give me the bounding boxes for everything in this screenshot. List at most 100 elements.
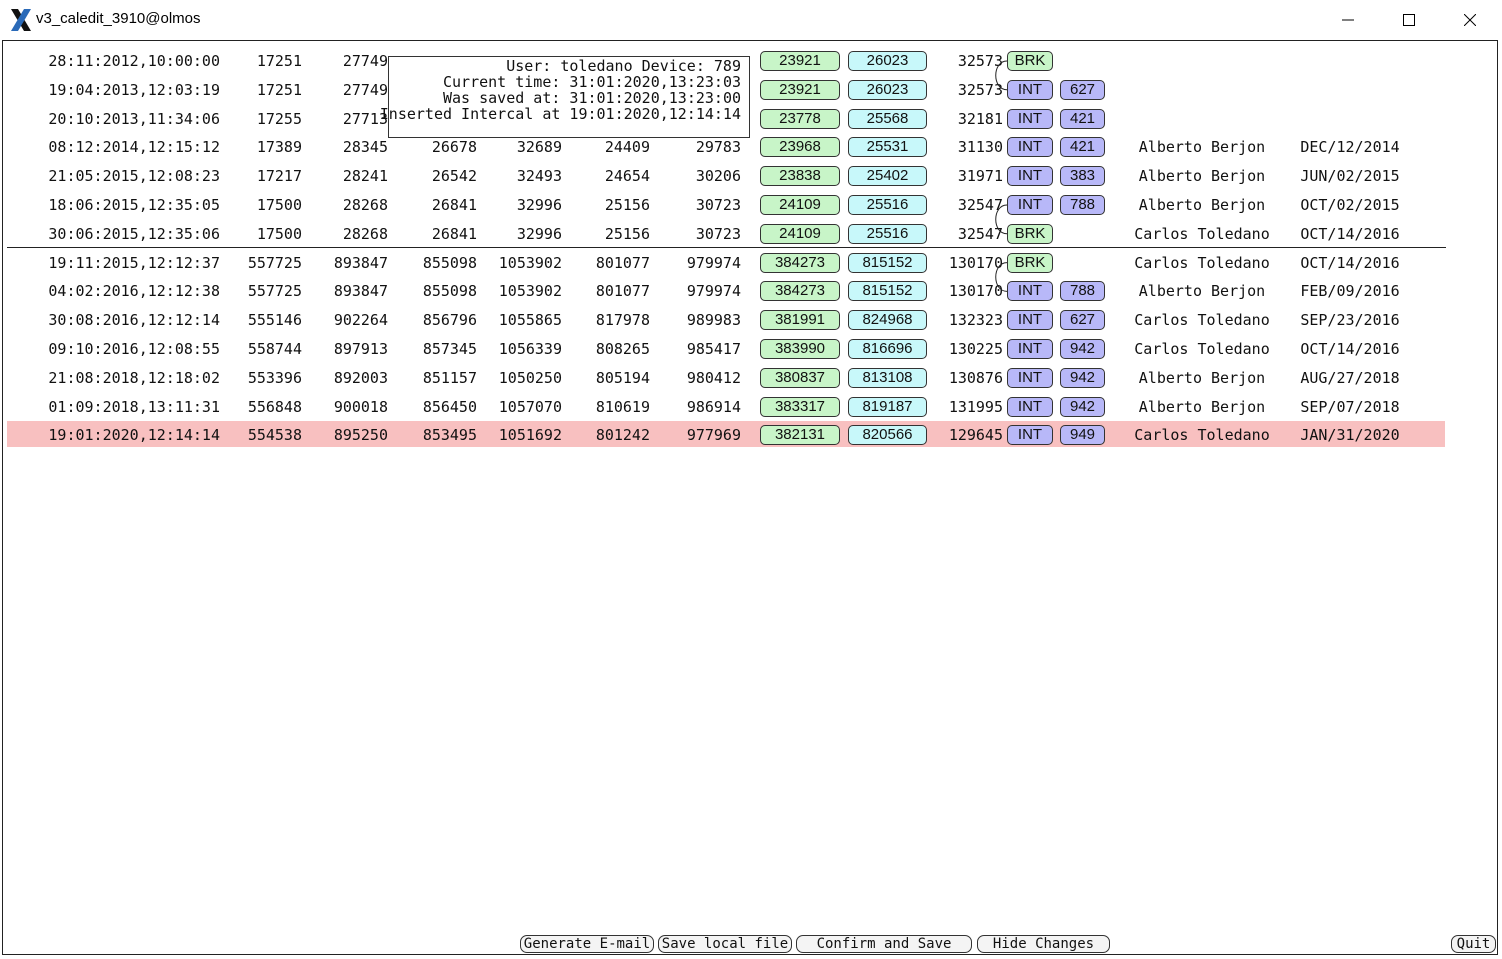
cyan-value-button[interactable]: 815152 [848, 252, 927, 273]
row-edit-date: FEB/09/2016 [1300, 282, 1400, 301]
cyan-value-button[interactable]: 815152 [848, 281, 927, 302]
green-value-button[interactable]: 382131 [760, 425, 840, 446]
device-number-button[interactable]: 942 [1060, 396, 1105, 417]
device-number-button[interactable]: 421 [1060, 137, 1105, 158]
maximize-button[interactable] [1379, 0, 1439, 40]
row-value-5: 801077 [595, 282, 650, 301]
intercal-tag-button[interactable]: INT [1007, 79, 1053, 100]
break-tag-button[interactable]: BRK [1007, 51, 1053, 71]
intercal-tag-button[interactable]: INT [1007, 108, 1053, 129]
row-user-name: Carlos Toledano [1134, 426, 1270, 445]
row-user-name: Carlos Toledano [1134, 224, 1270, 243]
device-number-button[interactable]: 627 [1060, 79, 1105, 100]
section-divider [7, 247, 1446, 248]
row-value-n: 31971 [957, 167, 1003, 186]
cyan-value-button[interactable]: 819187 [848, 396, 927, 417]
row-value-n: 31130 [957, 138, 1003, 157]
row-value-1: 556848 [247, 397, 302, 416]
row-edit-date: JUN/02/2015 [1300, 167, 1400, 186]
cyan-value-button[interactable]: 25402 [848, 166, 927, 187]
break-tag-button[interactable]: BRK [1007, 223, 1053, 244]
device-number-button[interactable]: 942 [1060, 339, 1105, 359]
row-value-4: 1053902 [498, 282, 562, 301]
close-button[interactable] [1440, 0, 1500, 40]
row-value-4: 1056339 [498, 340, 562, 358]
cyan-value-button[interactable]: 25531 [848, 137, 927, 158]
row-value-3: 851157 [422, 368, 477, 387]
hide-changes-button[interactable]: Hide Changes [977, 935, 1110, 953]
cyan-value-button[interactable]: 25516 [848, 223, 927, 244]
cyan-value-button[interactable]: 816696 [848, 339, 927, 359]
row-user-name: Alberto Berjon [1138, 138, 1266, 157]
green-value-button[interactable]: 24109 [760, 223, 840, 244]
intercal-tag-button[interactable]: INT [1007, 396, 1053, 417]
intercal-tag-button[interactable]: INT [1007, 166, 1053, 187]
intercal-tag-button[interactable]: INT [1007, 137, 1053, 158]
row-value-1: 17217 [256, 167, 302, 186]
device-number-button[interactable]: 788 [1060, 281, 1105, 302]
row-date: 19:04:2013,12:03:19 [48, 80, 220, 99]
row-value-6: 986914 [686, 397, 741, 416]
quit-button[interactable]: Quit [1451, 935, 1496, 953]
row-user-name: Alberto Berjon [1138, 167, 1266, 186]
intercal-tag-button[interactable]: INT [1007, 195, 1053, 215]
green-value-button[interactable]: 384273 [760, 281, 840, 302]
cyan-value-button[interactable]: 820566 [848, 425, 927, 446]
device-number-button[interactable]: 627 [1060, 310, 1105, 331]
cyan-value-button[interactable]: 813108 [848, 367, 927, 388]
green-value-button[interactable]: 381991 [760, 310, 840, 331]
row-user-name: Alberto Berjon [1138, 397, 1266, 416]
intercal-tag-button[interactable]: INT [1007, 367, 1053, 388]
device-number-button[interactable]: 383 [1060, 166, 1105, 187]
cyan-value-button[interactable]: 25516 [848, 195, 927, 215]
device-number-button[interactable]: 421 [1060, 108, 1105, 129]
row-value-1: 555146 [247, 311, 302, 330]
row-value-2: 27749 [342, 52, 388, 70]
row-value-4: 1055865 [498, 311, 562, 330]
intercal-tag-button[interactable]: INT [1007, 281, 1053, 302]
row-value-4: 1051692 [498, 426, 562, 445]
row-value-3: 855098 [422, 282, 477, 301]
cyan-value-button[interactable]: 26023 [848, 79, 927, 100]
row-value-n: 131995 [948, 397, 1003, 416]
row-value-1: 17251 [256, 52, 302, 70]
green-value-button[interactable]: 23838 [760, 166, 840, 187]
row-value-6: 989983 [686, 311, 741, 330]
break-tag-button[interactable]: BRK [1007, 252, 1053, 273]
green-value-button[interactable]: 23968 [760, 137, 840, 158]
row-value-6: 985417 [686, 340, 741, 358]
green-value-button[interactable]: 380837 [760, 367, 840, 388]
row-value-6: 979974 [686, 282, 741, 301]
green-value-button[interactable]: 23921 [760, 79, 840, 100]
cyan-value-button[interactable]: 26023 [848, 51, 927, 71]
row-edit-date: AUG/27/2018 [1300, 368, 1400, 387]
save-local-file-button[interactable]: Save local file [658, 935, 792, 953]
row-value-5: 25156 [604, 224, 650, 243]
row-value-1: 554538 [247, 426, 302, 445]
minimize-button[interactable] [1318, 0, 1378, 40]
confirm-and-save-button[interactable]: Confirm and Save [796, 935, 972, 953]
row-value-1: 17389 [256, 138, 302, 157]
device-number-button[interactable]: 949 [1060, 425, 1105, 446]
green-value-button[interactable]: 383317 [760, 396, 840, 417]
green-value-button[interactable]: 383990 [760, 339, 840, 359]
row-value-2: 28268 [342, 196, 388, 214]
device-number-button[interactable]: 788 [1060, 195, 1105, 215]
green-value-button[interactable]: 384273 [760, 252, 840, 273]
cyan-value-button[interactable]: 824968 [848, 310, 927, 331]
row-user-name: Carlos Toledano [1134, 311, 1270, 330]
green-value-button[interactable]: 24109 [760, 195, 840, 215]
device-number-button[interactable]: 942 [1060, 367, 1105, 388]
intercal-tag-button[interactable]: INT [1007, 425, 1053, 446]
cyan-value-button[interactable]: 25568 [848, 108, 927, 129]
row-value-n: 130170 [948, 253, 1003, 272]
intercal-tag-button[interactable]: INT [1007, 339, 1053, 359]
green-value-button[interactable]: 23778 [760, 108, 840, 129]
intercal-tag-button[interactable]: INT [1007, 310, 1053, 331]
row-user-name: Alberto Berjon [1138, 196, 1266, 214]
row-date: 21:08:2018,12:18:02 [48, 368, 220, 387]
green-value-button[interactable]: 23921 [760, 51, 840, 71]
row-user-name: Alberto Berjon [1138, 368, 1266, 387]
row-value-2: 28268 [342, 224, 388, 243]
generate-email-button[interactable]: Generate E-mail [520, 935, 654, 953]
